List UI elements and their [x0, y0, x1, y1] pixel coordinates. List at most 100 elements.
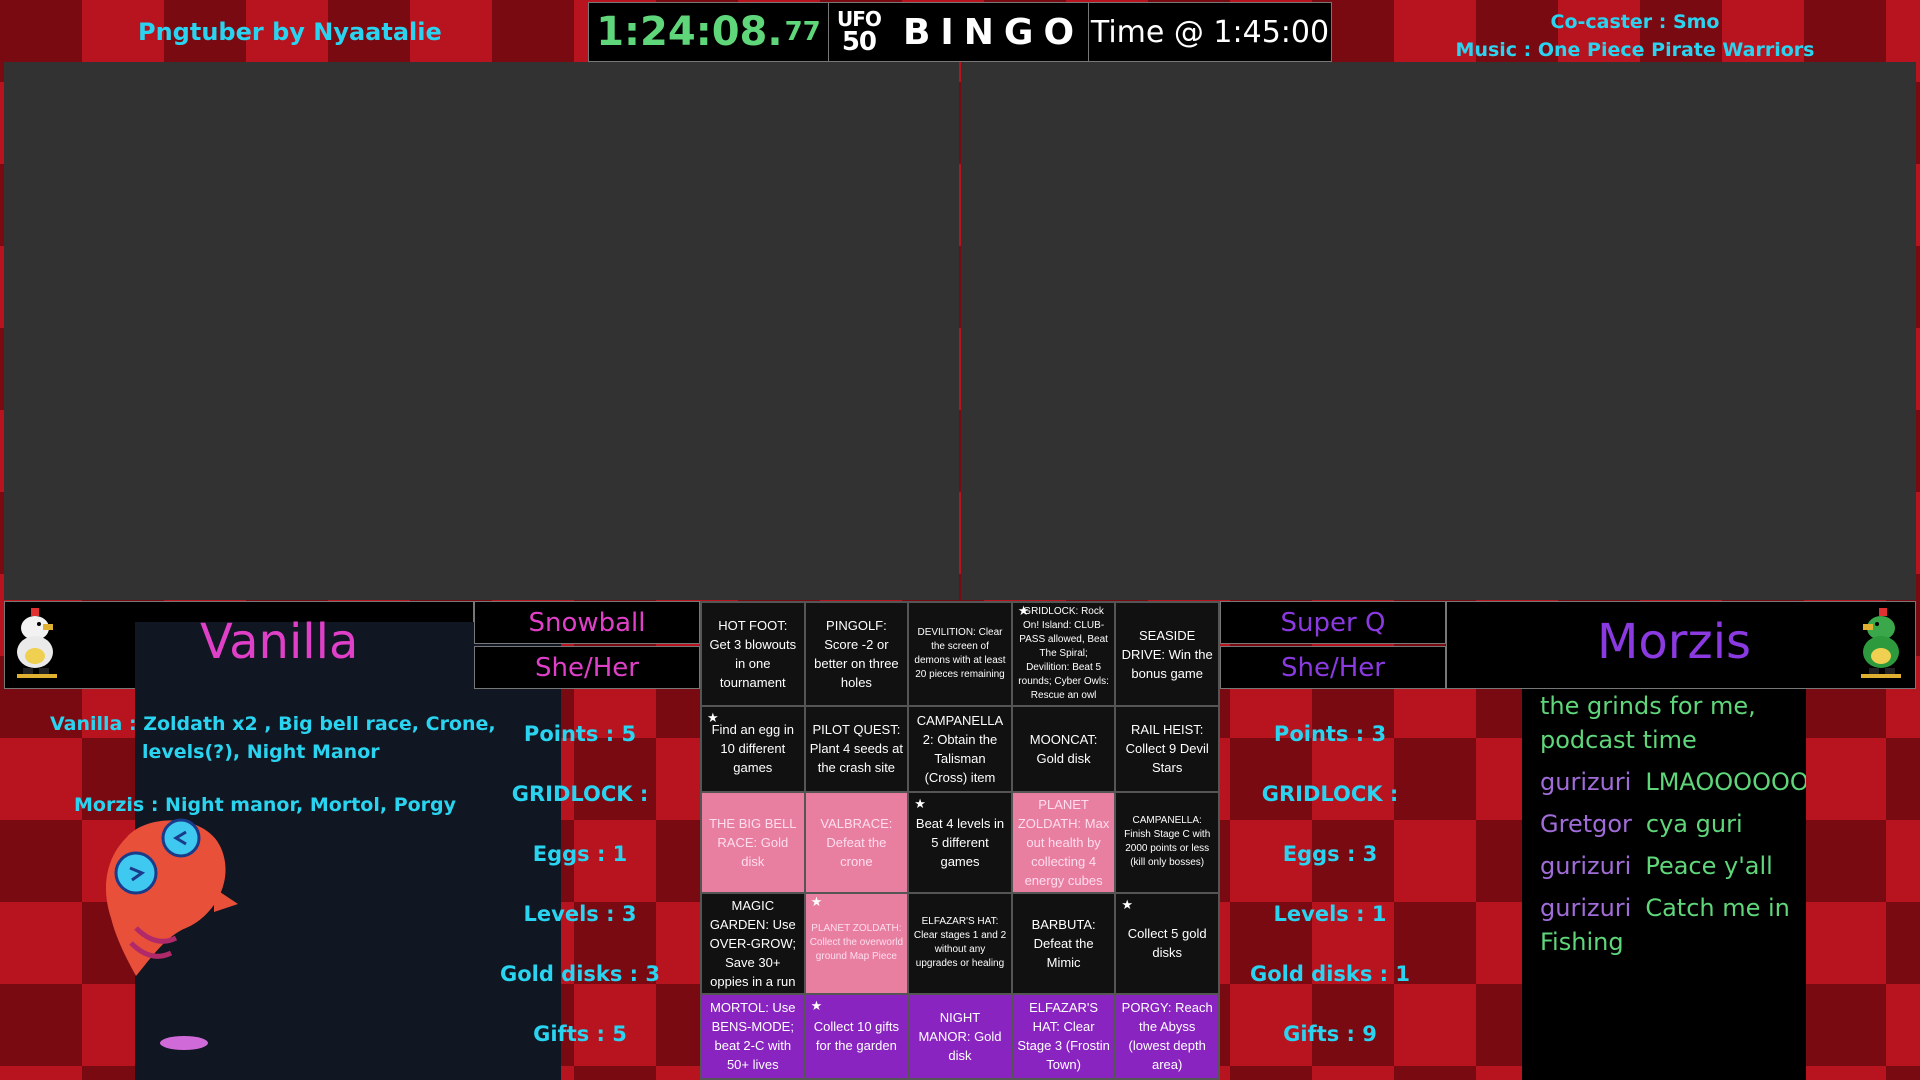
stat-levels: Levels : 1	[1273, 902, 1387, 926]
bingo-cell-text: MORTOL: Use BENS-MODE; beat 2-C with 50+…	[710, 1000, 796, 1073]
chat-text: the grinds for me, podcast time	[1540, 692, 1756, 754]
bingo-cell-text: SEASIDE DRIVE: Win the bonus game	[1121, 627, 1213, 681]
bingo-cell[interactable]: MOONCAT: Gold disk	[1012, 707, 1115, 791]
notes-vanilla: Vanilla : Zoldath x2 , Big bell race, Cr…	[50, 713, 496, 763]
bingo-cell-text: BARBUTA: Defeat the Mimic	[1031, 916, 1096, 970]
bingo-cell-text: PILOT QUEST: Plant 4 seeds at the crash …	[809, 722, 903, 776]
stat-gifts: Gifts : 9	[1283, 1022, 1377, 1046]
bingo-cell[interactable]: ★ Collect 10 gifts for the garden	[805, 994, 908, 1078]
bingo-cell-text: HOT FOOT: Get 3 blowouts in one tourname…	[709, 618, 797, 690]
stats-right: Points : 3 GRIDLOCK : Eggs : 3 Levels : …	[1240, 722, 1420, 1080]
bingo-cell-text: CAMPANELLA 2: Obtain the Talisman (Cross…	[916, 712, 1004, 785]
game-window-left	[4, 62, 959, 600]
chat-panel[interactable]: the grinds for me, podcast time gurizuri L…	[1522, 689, 1806, 1080]
bingo-cell-text: PLANET ZOLDATH: Collect the overworld gr…	[809, 923, 904, 962]
stats-left: Points : 5 GRIDLOCK : Eggs : 1 Levels : …	[490, 722, 670, 1080]
bingo-cell[interactable]: ★ PLANET ZOLDATH: Collect the overworld g…	[805, 893, 908, 993]
bingo-cell[interactable]: NIGHT MANOR: Gold disk	[909, 994, 1011, 1078]
bingo-cell[interactable]: ELFAZAR'S HAT: Clear stages 1 and 2 with…	[909, 893, 1011, 993]
bingo-cell-text: PINGOLF: Score -2 or better on three hol…	[814, 618, 899, 690]
stat-eggs: Eggs : 1	[532, 842, 628, 866]
shadow-blob	[160, 1036, 208, 1050]
ufo50-logo-icon: UFO 50	[836, 7, 882, 57]
chat-username: gurizuri	[1540, 852, 1632, 880]
bingo-cell-text: Collect 10 gifts for the garden	[813, 1019, 900, 1054]
chat-text: cya guri	[1645, 810, 1743, 838]
bingo-cell[interactable]: ★ GRIDLOCK: Rock On! Island: CLUB-PASS al…	[1012, 603, 1115, 705]
partner-name-left: Snowball	[474, 601, 700, 644]
bingo-cell[interactable]: PORGY: Reach the Abyss (lowest depth are…	[1116, 994, 1218, 1078]
stat-points: Points : 5	[523, 722, 637, 746]
bingo-cell-text: Collect 5 gold disks	[1127, 926, 1207, 960]
bingo-cell[interactable]: PINGOLF: Score -2 or better on three hol…	[805, 603, 908, 705]
chat-username: gurizuri	[1540, 894, 1632, 922]
bingo-cell[interactable]: CAMPANELLA 2: Obtain the Talisman (Cross…	[909, 707, 1011, 791]
star-icon: ★	[1017, 603, 1030, 618]
bingo-cell[interactable]: ★ Collect 5 gold disks	[1116, 893, 1218, 993]
pronouns-right: She/Her	[1220, 646, 1446, 689]
notes-morzis: Morzis : Night manor, Mortol, Porgy	[74, 794, 457, 816]
bingo-cell[interactable]: VALBRACE: Defeat the crone	[805, 792, 908, 892]
bingo-cell-text: Find an egg in 10 different games	[711, 722, 794, 776]
star-icon: ★	[914, 795, 926, 811]
pngtuber-bird-icon	[106, 818, 238, 976]
bingo-cell[interactable]: DEVILITION: Clear the screen of demons w…	[909, 603, 1011, 705]
bingo-cell-text: DEVILITION: Clear the screen of demons w…	[914, 627, 1006, 680]
chat-message: gurizuri Catch me in Fishing	[1540, 891, 1794, 959]
bingo-cell[interactable]: ★ Find an egg in 10 different games	[702, 707, 804, 791]
stat-levels: Levels : 3	[523, 902, 637, 926]
frog-sprite-icon	[1861, 608, 1901, 678]
bingo-cell-text: GRIDLOCK: Rock On! Island: CLUB-PASS all…	[1018, 606, 1109, 701]
stat-gifts: Gifts : 5	[533, 1022, 627, 1046]
star-icon: ★	[810, 893, 823, 909]
chat-username: Gretgor	[1540, 810, 1632, 838]
bingo-cell[interactable]: BARBUTA: Defeat the Mimic	[1012, 893, 1115, 993]
partner-name-right: Super Q	[1220, 601, 1446, 644]
stat-points: Points : 3	[1273, 722, 1387, 746]
bingo-cell[interactable]: ★ Beat 4 levels in 5 different games	[909, 792, 1011, 892]
chat-text: Peace y'all	[1645, 852, 1773, 880]
chat-username: gurizuri	[1540, 768, 1632, 796]
pngtuber-credit: Pngtuber by Nyaatalie	[138, 18, 442, 46]
stat-gold-disks: Gold disks : 1	[1249, 962, 1411, 986]
timer-ms: 77	[784, 17, 821, 47]
bingo-cell[interactable]: HOT FOOT: Get 3 blowouts in one tourname…	[702, 603, 804, 705]
bingo-cell[interactable]: CAMPANELLA: Finish Stage C with 2000 poi…	[1116, 792, 1218, 892]
bingo-cell-text: THE BIG BELL RACE: Gold disk	[709, 815, 797, 869]
bingo-cell-text: NIGHT MANOR: Gold disk	[918, 1009, 1002, 1063]
bingo-cell-text: MOONCAT: Gold disk	[1029, 731, 1098, 766]
star-icon: ★	[810, 997, 823, 1013]
chat-message: gurizuri Peace y'all	[1540, 849, 1794, 883]
stat-eggs: Eggs : 3	[1282, 842, 1378, 866]
chicken-sprite-icon	[17, 608, 57, 678]
player-strip-right: Morzis	[1446, 601, 1916, 689]
bingo-board: HOT FOOT: Get 3 blowouts in one tourname…	[700, 601, 1220, 1080]
player-name-right: Morzis	[1597, 614, 1752, 670]
bingo-cell[interactable]: RAIL HEIST: Collect 9 Devil Stars	[1116, 707, 1218, 791]
bingo-cell-text: PLANET ZOLDATH: Max out health by collec…	[1017, 796, 1110, 888]
timer-bar: 1:24:08. 77 UFO 50 BINGO Time @ 1:45:00	[588, 2, 1332, 62]
star-icon: ★	[707, 710, 719, 725]
bingo-cell-text: RAIL HEIST: Collect 9 Devil Stars	[1125, 722, 1209, 776]
bingo-cell[interactable]: PLANET ZOLDATH: Max out health by collec…	[1012, 792, 1115, 892]
chat-message: gurizuri LMAOOOOOO	[1540, 765, 1806, 799]
bingo-cell[interactable]: ELFAZAR'S HAT: Clear Stage 3 (Frostin To…	[1012, 994, 1115, 1078]
bingo-cell[interactable]: MAGIC GARDEN: Use OVER-GROW; Save 30+ op…	[702, 893, 804, 993]
stat-gold-disks: Gold disks : 3	[499, 962, 661, 986]
time-at-label: Time @ 1:45:00	[1090, 14, 1330, 50]
game-window-right	[961, 62, 1916, 600]
race-timer: 1:24:08. 77	[589, 3, 829, 61]
bingo-cell[interactable]: MORTOL: Use BENS-MODE; beat 2-C with 50+…	[702, 994, 804, 1078]
pronouns-left: She/Her	[474, 646, 700, 689]
ufo50-bingo-logo: UFO 50 BINGO	[829, 3, 1089, 61]
bingo-cell[interactable]: PILOT QUEST: Plant 4 seeds at the crash …	[805, 707, 908, 791]
bingo-cell[interactable]: THE BIG BELL RACE: Gold disk	[702, 792, 804, 892]
bingo-cell-text: PORGY: Reach the Abyss (lowest depth are…	[1121, 1000, 1213, 1073]
stat-gridlock: GRIDLOCK :	[511, 782, 649, 806]
bingo-cell-text: Beat 4 levels in 5 different games	[915, 815, 1005, 869]
chat-text: LMAOOOOOO	[1645, 768, 1806, 796]
bingo-wordmark: BINGO	[902, 11, 1085, 53]
timer-main: 1:24:08.	[596, 9, 783, 55]
bingo-cell[interactable]: SEASIDE DRIVE: Win the bonus game	[1116, 603, 1218, 705]
cocaster-label: Co-caster : Smo	[1550, 11, 1720, 33]
